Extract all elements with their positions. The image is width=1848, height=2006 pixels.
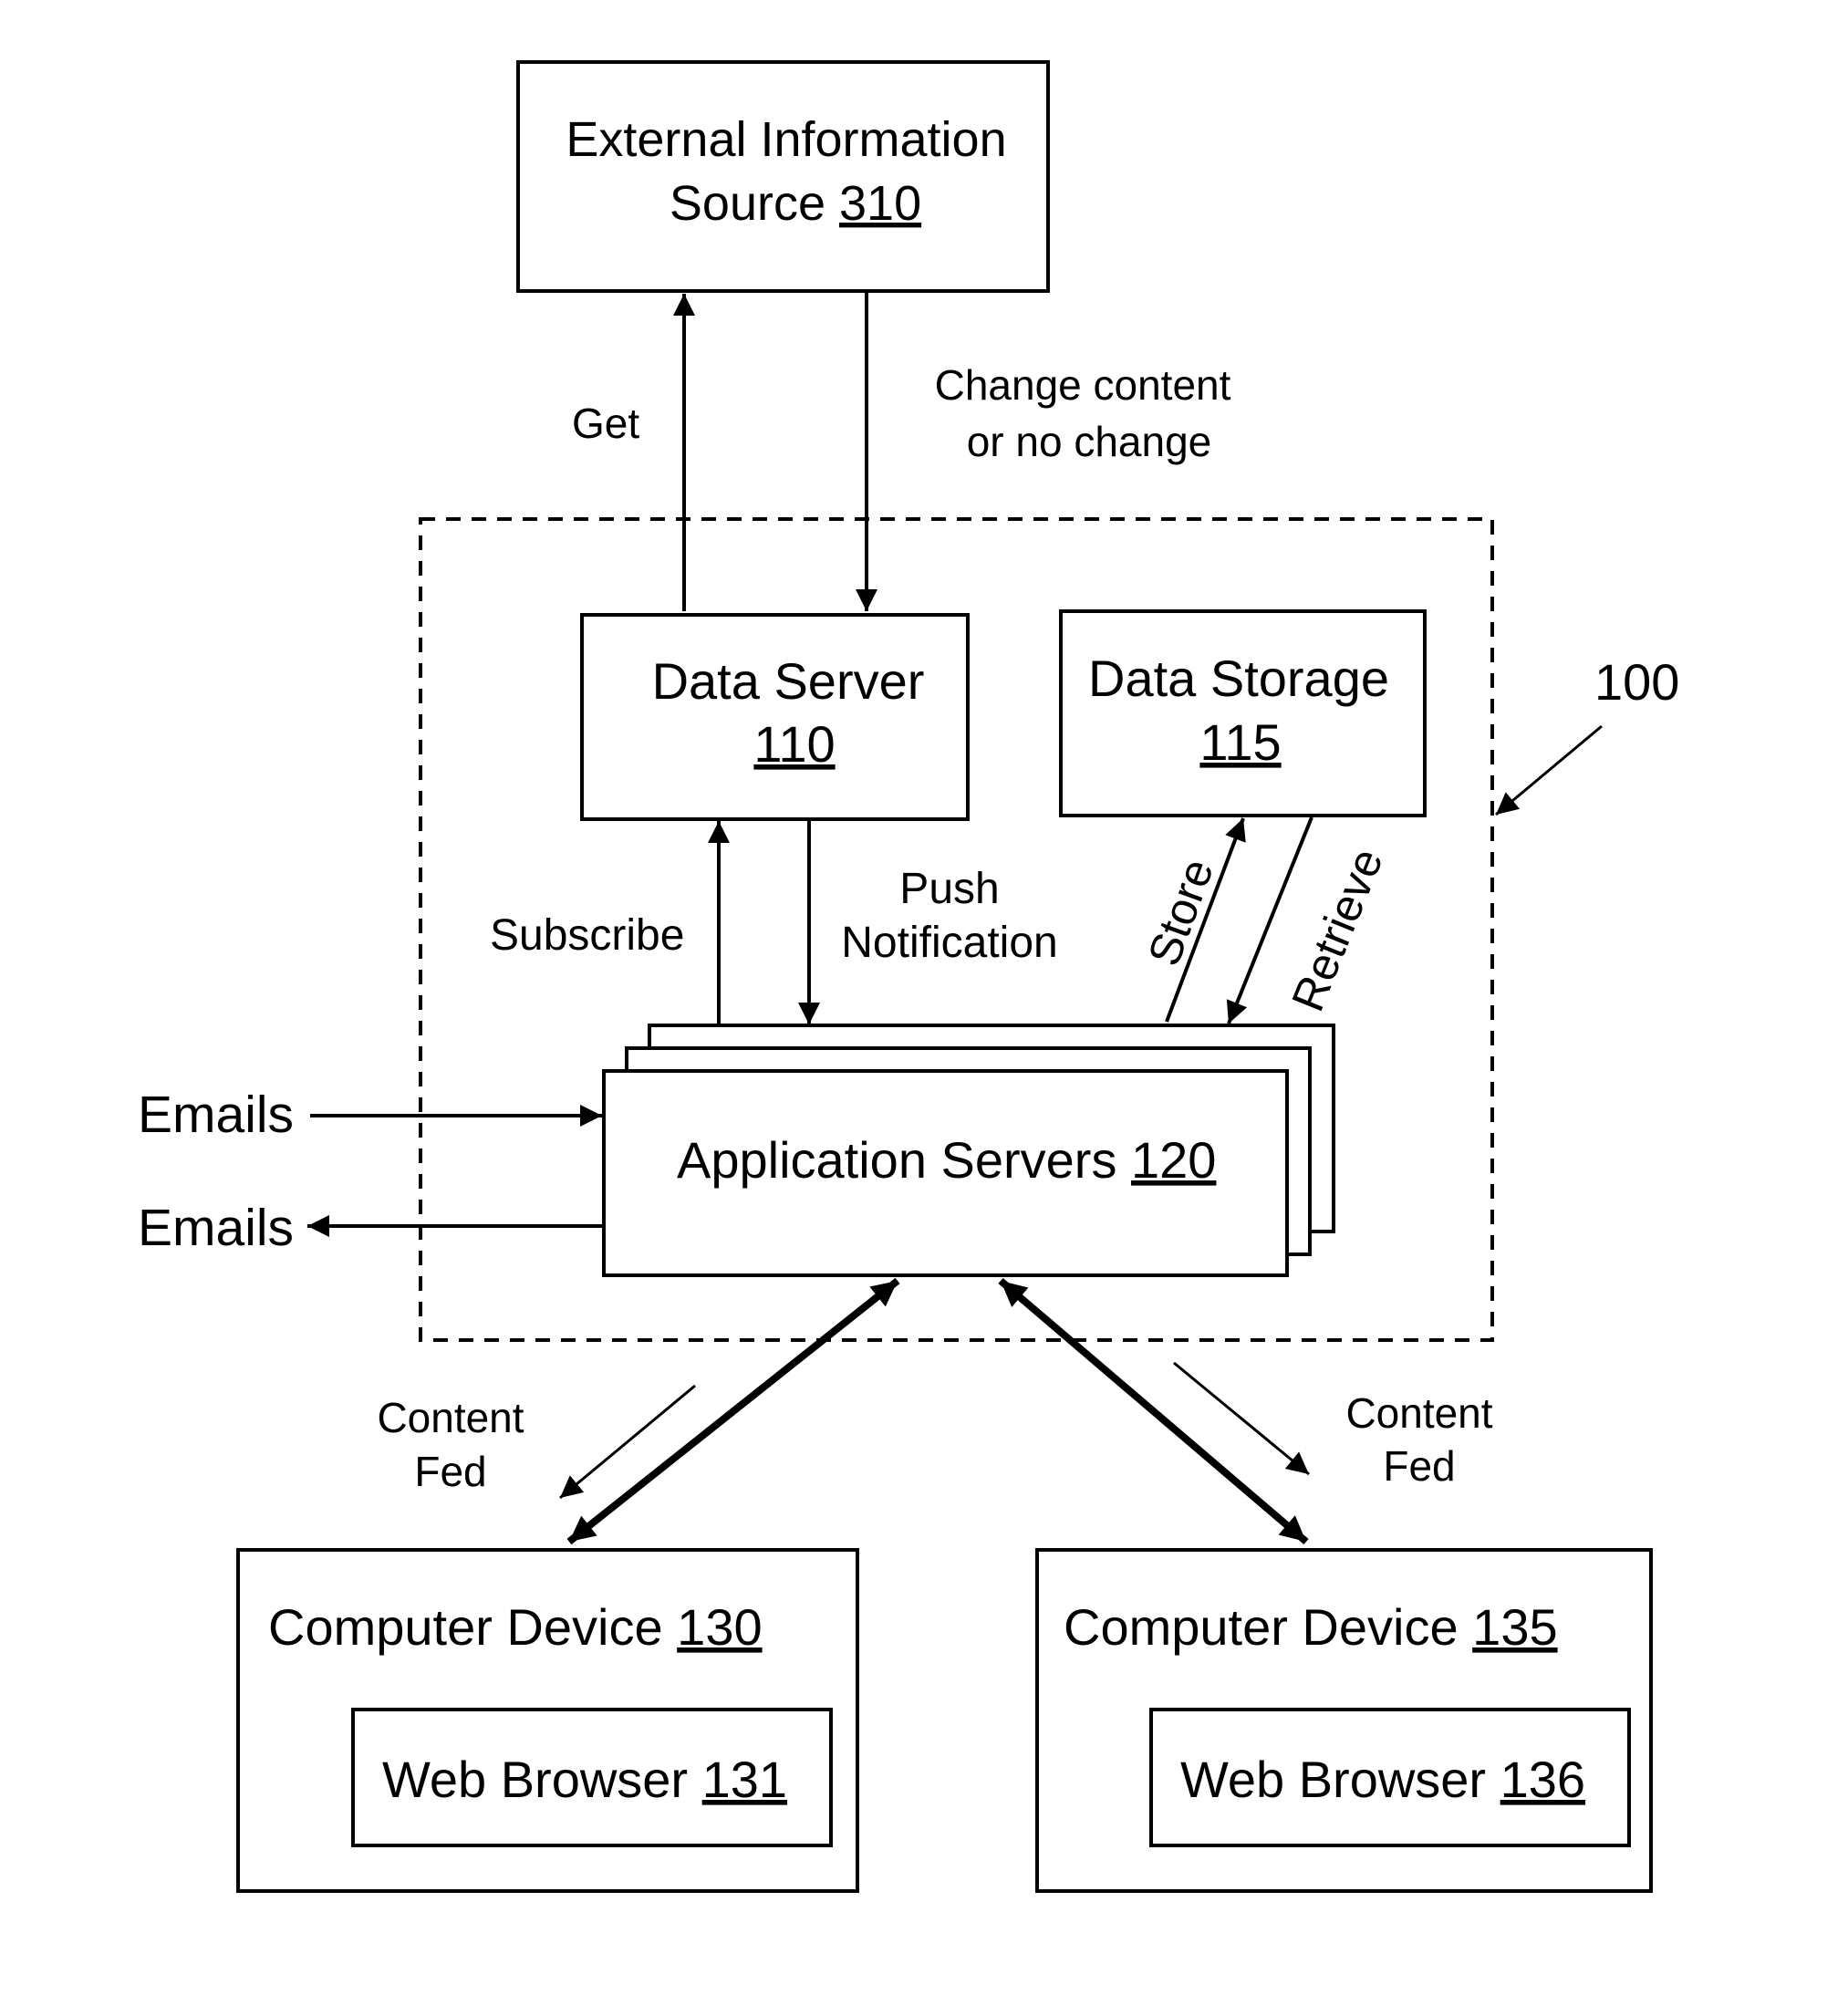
content-fed-label-130-line2: Fed xyxy=(414,1448,486,1495)
content-fed-label-135-line1: Content xyxy=(1345,1389,1492,1437)
app-to-device-135-connection xyxy=(998,1277,1309,1545)
computer-device-130-ref: 130 xyxy=(677,1598,762,1656)
application-servers-text: Application Servers xyxy=(677,1131,1131,1189)
emails-out-label: Emails xyxy=(138,1199,294,1257)
push-notification-label-line2: Notification xyxy=(841,919,1057,967)
computer-device-135-text: Computer Device xyxy=(1064,1598,1472,1656)
computer-device-135-label: Computer Device 135 xyxy=(1064,1598,1558,1656)
web-browser-136-label: Web Browser 136 xyxy=(1180,1751,1585,1808)
content-fed-label-130-line1: Content xyxy=(377,1394,524,1441)
application-servers-label: Application Servers 120 xyxy=(677,1131,1216,1189)
data-storage-ref: 115 xyxy=(1199,713,1281,771)
system-ref-pointer-arrow xyxy=(1495,724,1603,816)
web-browser-131-ref: 131 xyxy=(702,1751,787,1808)
change-content-label-line2: or no change xyxy=(967,418,1212,465)
push-notification-label-line1: Push xyxy=(899,865,999,913)
content-fed-arrow-135 xyxy=(1173,1361,1310,1476)
external-source-label-line1: External Information xyxy=(566,112,1006,167)
retrieve-label: Retrieve xyxy=(1282,842,1393,1019)
data-server-label: Data Server xyxy=(652,652,925,710)
data-server-ref: 110 xyxy=(753,715,835,773)
external-information-source-box: External Information Source 310 xyxy=(516,60,1050,293)
web-browser-136-box: Web Browser 136 xyxy=(1149,1708,1631,1847)
computer-device-135-ref: 135 xyxy=(1472,1598,1557,1656)
web-browser-136-text: Web Browser xyxy=(1180,1751,1500,1808)
external-source-label-line2: Source 310 xyxy=(670,176,921,231)
emails-in-label: Emails xyxy=(138,1086,294,1144)
content-fed-arrow-130 xyxy=(559,1384,696,1500)
external-source-word: Source xyxy=(670,176,839,231)
computer-device-130-box: Computer Device 130 Web Browser 131 xyxy=(236,1548,859,1893)
application-servers-stack: Application Servers 120 xyxy=(602,1024,1335,1277)
subscribe-label: Subscribe xyxy=(490,911,684,960)
computer-device-130-label: Computer Device 130 xyxy=(268,1598,763,1656)
computer-device-135-box: Computer Device 135 Web Browser 136 xyxy=(1035,1548,1653,1893)
system-ref-label: 100 xyxy=(1594,653,1679,711)
store-label: Store xyxy=(1138,852,1223,972)
web-browser-131-text: Web Browser xyxy=(382,1751,702,1808)
data-storage-box: Data Storage 115 xyxy=(1059,609,1427,817)
web-browser-136-ref: 136 xyxy=(1500,1751,1585,1808)
data-storage-label: Data Storage xyxy=(1088,650,1389,707)
get-label: Get xyxy=(572,400,639,447)
application-servers-ref: 120 xyxy=(1131,1131,1216,1189)
web-browser-131-box: Web Browser 131 xyxy=(351,1708,833,1847)
external-source-ref: 310 xyxy=(839,176,921,231)
computer-device-130-text: Computer Device xyxy=(268,1598,677,1656)
content-fed-label-135-line2: Fed xyxy=(1383,1442,1455,1490)
app-to-device-130-connection xyxy=(566,1277,900,1545)
system-diagram: External Information Source 310 Get Chan… xyxy=(138,60,1679,1893)
web-browser-131-label: Web Browser 131 xyxy=(382,1751,787,1808)
data-server-box: Data Server 110 xyxy=(580,613,970,821)
change-content-label-line1: Change content xyxy=(935,361,1231,409)
